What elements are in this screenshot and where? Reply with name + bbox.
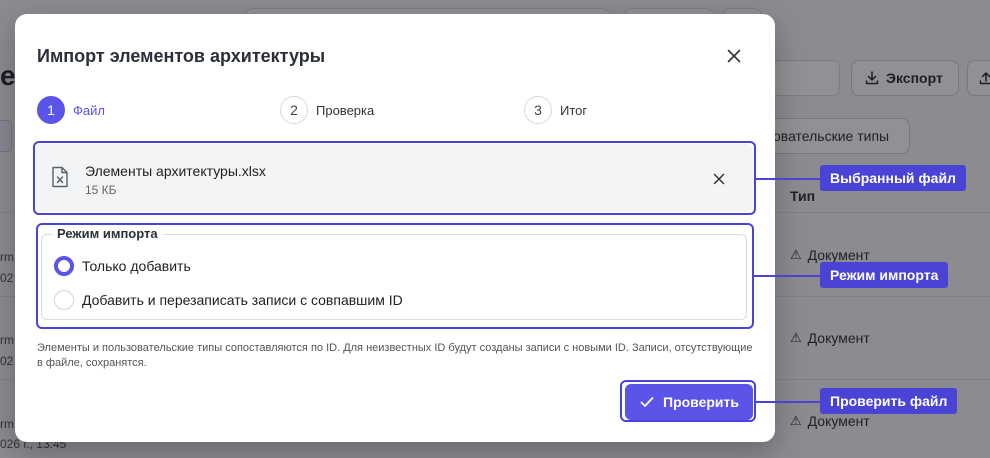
step-number: 1 xyxy=(37,96,65,124)
mode-highlight-frame xyxy=(36,223,754,329)
step-label: Итог xyxy=(560,102,588,118)
step-file: 1 Файл xyxy=(37,96,105,124)
close-icon xyxy=(727,49,741,63)
step-check: 2 Проверка xyxy=(280,96,374,124)
dialog-title: Импорт элементов архитектуры xyxy=(37,46,326,66)
check-highlight-frame xyxy=(620,380,756,422)
step-number: 2 xyxy=(280,96,308,124)
import-dialog: Импорт элементов архитектуры 1 Файл 2 Пр… xyxy=(15,14,775,442)
callout-selected-file: Выбранный файл xyxy=(820,165,966,191)
step-label: Файл xyxy=(73,102,105,118)
callout-import-mode: Режим импорта xyxy=(820,262,949,288)
step-label: Проверка xyxy=(316,102,375,118)
close-button[interactable] xyxy=(722,44,746,68)
callout-connector xyxy=(756,401,820,403)
callout-connector xyxy=(756,178,820,180)
step-number: 3 xyxy=(524,96,552,124)
file-highlight-frame xyxy=(33,141,756,215)
import-note: Элементы и пользовательские типы сопоста… xyxy=(37,342,753,369)
callout-check-file: Проверить файл xyxy=(820,388,958,414)
callout-connector xyxy=(754,275,820,277)
step-result: 3 Итог xyxy=(524,96,587,124)
